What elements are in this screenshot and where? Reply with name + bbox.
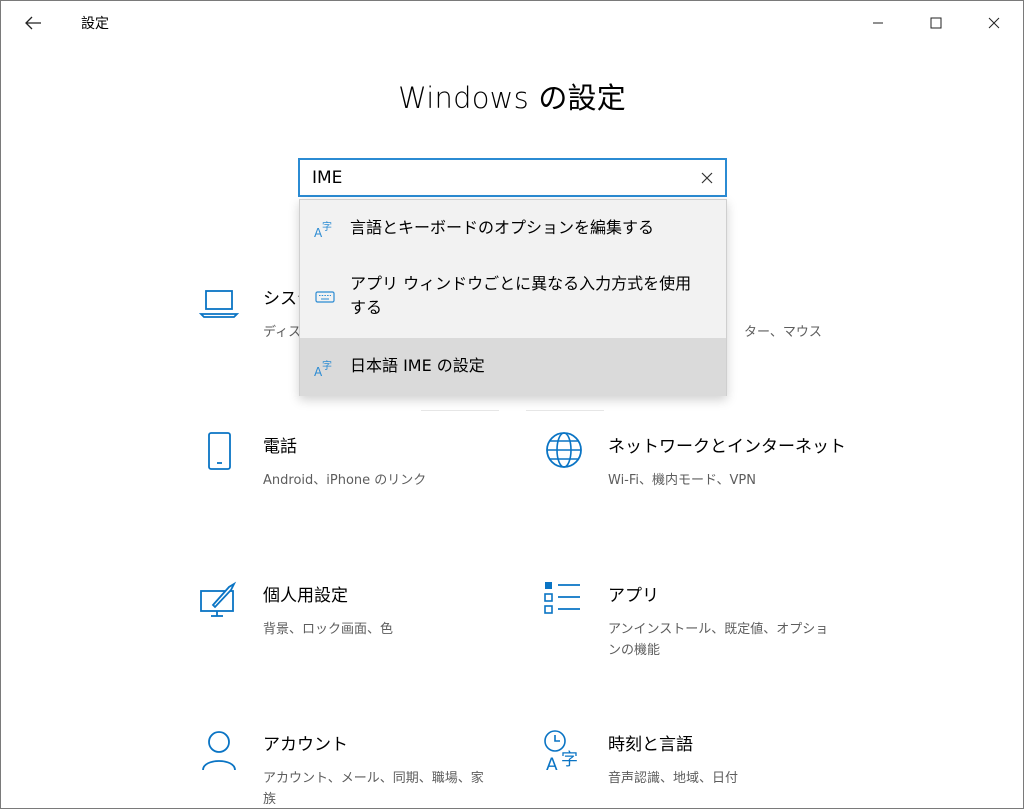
category-phone[interactable]: 電話 Android、iPhone のリンク: [199, 432, 499, 532]
personalization-icon: [200, 581, 237, 617]
svg-text:字: 字: [322, 359, 332, 372]
category-description: 音声認識、地域、日付: [608, 771, 739, 786]
tile-divider: [526, 410, 604, 411]
maximize-button[interactable]: [907, 1, 965, 45]
category-description: Wi-Fi、機内モード、VPN: [608, 473, 756, 488]
page-title: Windows の設定: [398, 81, 626, 115]
suggestion-item[interactable]: アプリ ウィンドウごとに異なる入力方式を使用する: [300, 256, 726, 338]
category-network[interactable]: ネットワークとインターネット Wi-Fi、機内モード、VPN: [544, 432, 846, 532]
svg-text:字: 字: [561, 750, 578, 770]
close-icon: [988, 17, 1000, 29]
apps-icon: [544, 582, 580, 614]
category-title: アプリ: [608, 586, 659, 606]
search-box[interactable]: [298, 158, 727, 197]
time-language-icon: A 字: [544, 730, 578, 772]
search-suggestions: A 字 言語とキーボードのオプションを編集する アプリ ウィンドウごとに異なる入…: [299, 199, 727, 396]
category-time-language[interactable]: A 字 時刻と言語 音声認識、地域、日付: [544, 730, 844, 808]
suggestion-label: 日本語 IME の設定: [350, 356, 485, 375]
globe-icon: [546, 432, 582, 468]
clear-search-button[interactable]: [697, 168, 717, 188]
svg-text:字: 字: [322, 220, 332, 233]
category-apps[interactable]: アプリ アンインストール、既定値、オプションの機能: [544, 581, 844, 681]
app-title: 設定: [81, 16, 109, 32]
category-title: ネットワークとインターネット: [608, 437, 846, 457]
search-input[interactable]: [312, 166, 682, 190]
tile-divider: [421, 410, 499, 411]
category-title: アカウント: [263, 735, 348, 755]
minimize-button[interactable]: [849, 1, 907, 45]
category-description: ター、マウス: [744, 325, 822, 340]
close-icon: [701, 172, 713, 184]
laptop-icon: [199, 290, 240, 318]
suggestion-item[interactable]: A 字 日本語 IME の設定: [300, 338, 726, 396]
category-accounts[interactable]: アカウント アカウント、メール、同期、職場、家族: [199, 730, 499, 808]
back-arrow-icon: [25, 16, 41, 30]
category-title: 個人用設定: [263, 586, 348, 606]
category-description: Android、iPhone のリンク: [263, 473, 427, 488]
settings-window: 設定 Windows の設定 A: [0, 0, 1024, 809]
language-icon: A 字: [314, 359, 332, 378]
suggestion-label: 言語とキーボードのオプションを編集する: [350, 218, 655, 237]
phone-icon: [208, 432, 231, 470]
category-description: 背景、ロック画面、色: [263, 622, 394, 637]
category-title: 時刻と言語: [608, 735, 693, 755]
close-button[interactable]: [965, 1, 1023, 45]
category-description: アンインストール、既定値、オプションの機能: [608, 622, 829, 658]
svg-text:A: A: [546, 755, 558, 772]
maximize-icon: [930, 17, 942, 29]
category-personalization[interactable]: 個人用設定 背景、ロック画面、色: [199, 581, 499, 681]
category-title: 電話: [263, 437, 297, 457]
suggestion-label: アプリ ウィンドウごとに異なる入力方式を使用する: [350, 274, 692, 317]
minimize-icon: [873, 22, 883, 24]
suggestion-item[interactable]: A 字 言語とキーボードのオプションを編集する: [300, 200, 726, 256]
person-icon: [202, 731, 236, 771]
back-button[interactable]: [13, 7, 53, 39]
keyboard-icon: [315, 291, 335, 303]
category-description: アカウント、メール、同期、職場、家族: [263, 771, 484, 807]
title-bar: 設定: [1, 1, 1023, 45]
language-icon: A 字: [314, 220, 332, 239]
